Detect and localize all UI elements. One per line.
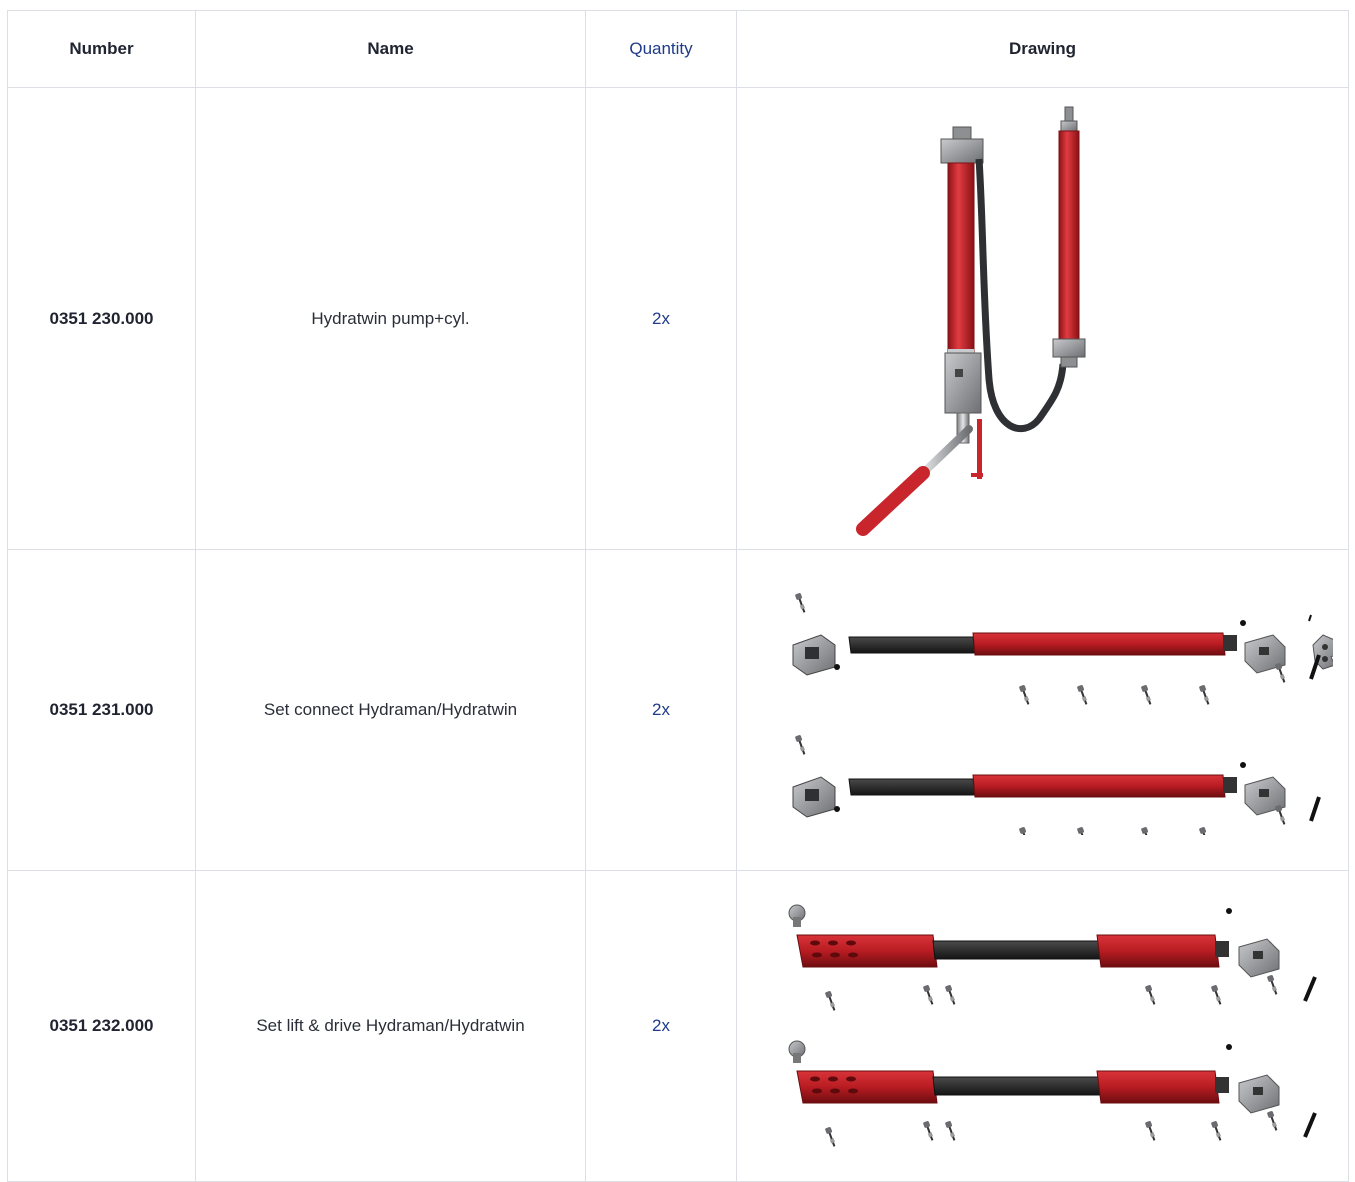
parts-table: Number Name Quantity Drawing 0351 230.00… [7, 10, 1349, 1182]
table-row: 0351 230.000 Hydratwin pump+cyl. 2x [7, 87, 1349, 550]
part-drawing-cell [736, 87, 1349, 550]
lift-drive-set-exploded-drawing [788, 904, 1317, 1149]
connect-set-exploded-drawing [792, 591, 1333, 835]
part-number: 0351 232.000 [7, 870, 196, 1182]
part-quantity: 2x [585, 549, 737, 871]
table-row: 0351 232.000 Set lift & drive Hydraman/H… [7, 870, 1349, 1182]
column-header-drawing: Drawing [736, 10, 1349, 88]
part-name: Set connect Hydraman/Hydratwin [195, 549, 586, 871]
part-name: Hydratwin pump+cyl. [195, 87, 586, 550]
part-quantity: 2x [585, 87, 737, 550]
page: Number Name Quantity Drawing 0351 230.00… [0, 0, 1355, 1182]
table-header-row: Number Name Quantity Drawing [7, 10, 1349, 88]
hydraulic-pump-cylinder-drawing [855, 106, 1085, 536]
column-header-quantity: Quantity [585, 10, 737, 88]
part-number: 0351 231.000 [7, 549, 196, 871]
part-drawing-cell [736, 549, 1349, 871]
part-number: 0351 230.000 [7, 87, 196, 550]
part-quantity: 2x [585, 870, 737, 1182]
table-row: 0351 231.000 Set connect Hydraman/Hydrat… [7, 549, 1349, 871]
part-name: Set lift & drive Hydraman/Hydratwin [195, 870, 586, 1182]
column-header-name: Name [195, 10, 586, 88]
part-drawing-cell [736, 870, 1349, 1182]
column-header-number: Number [7, 10, 196, 88]
